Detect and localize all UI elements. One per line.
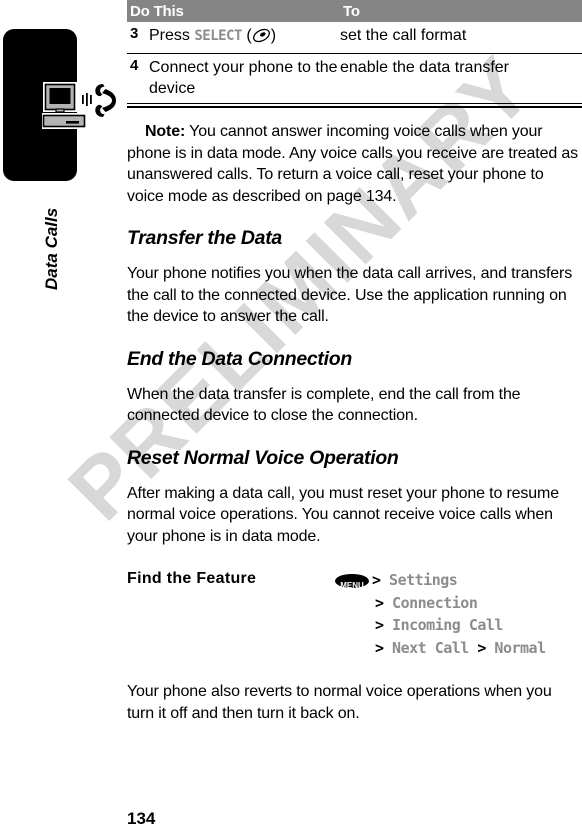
step-action: Press SELECT () [149, 25, 340, 49]
softkey-label: SELECT [194, 28, 242, 44]
step-action: Connect your phone to the device [149, 59, 338, 97]
menu-path-line: MENU > Settings [335, 569, 582, 592]
menu-key-label: MENU [340, 580, 364, 590]
menu-path-line: > Connection [375, 593, 478, 612]
table-row: 3 Press SELECT () set the call format [127, 22, 582, 54]
menu-key-icon: MENU [335, 573, 369, 590]
section-heading-transfer-the-data: Transfer the Data [127, 227, 282, 249]
step-action-prefix: Press [149, 27, 195, 44]
page-number: 134 [127, 809, 156, 828]
chapter-label-text: Data Calls [42, 207, 61, 290]
note-label: Note: [145, 123, 186, 140]
section-body-transfer-the-data: Your phone notifies you when the data ca… [127, 265, 573, 325]
chapter-label: Data Calls [0, 185, 92, 295]
section-heading-end-the-data-connection: End the Data Connection [127, 347, 352, 370]
paren-close: ) [270, 27, 277, 44]
column-header-do-this: Do This [130, 2, 184, 20]
note-text: You cannot answer incoming voice calls w… [127, 123, 578, 205]
menu-path-line: > Next Call > Normal [375, 638, 546, 657]
step-number: 4 [130, 57, 139, 74]
table-header-row: Do This To [127, 0, 582, 22]
step-result: enable the data transfer [340, 59, 510, 76]
menu-path-line: > Incoming Call [375, 616, 503, 634]
table-bottom-rule [127, 106, 582, 108]
step-result: set the call format [340, 27, 467, 44]
menu-path-text: > Settings [372, 571, 458, 589]
column-header-to: To [343, 2, 360, 20]
paren-open: ( [241, 27, 252, 44]
closing-paragraph: Your phone also reverts to normal voice … [127, 683, 552, 722]
table-row: 4 Connect your phone to the device enabl… [127, 54, 582, 104]
find-the-feature-label: Find the Feature [127, 570, 257, 587]
section-body-reset-normal-voice-operation: After making a data call, you must reset… [127, 484, 559, 545]
step-number: 3 [130, 25, 139, 42]
softkey-ellipse-icon [252, 28, 271, 49]
page-content: Do This To 3 Press SELECT () set the cal… [127, 0, 582, 724]
menu-path: MENU > Settings > Connection > Incoming C… [335, 569, 582, 659]
find-the-feature-block: Find the Feature MENU > Settings > Connec… [127, 569, 582, 659]
section-body-end-the-data-connection: When the data transfer is complete, end … [127, 385, 521, 425]
note-paragraph: Note: You cannot answer incoming voice c… [127, 121, 582, 207]
step-table: Do This To 3 Press SELECT () set the cal… [127, 0, 582, 108]
computer-phone-icon [40, 81, 116, 139]
section-heading-reset-normal-voice-operation: Reset Normal Voice Operation [127, 446, 399, 469]
